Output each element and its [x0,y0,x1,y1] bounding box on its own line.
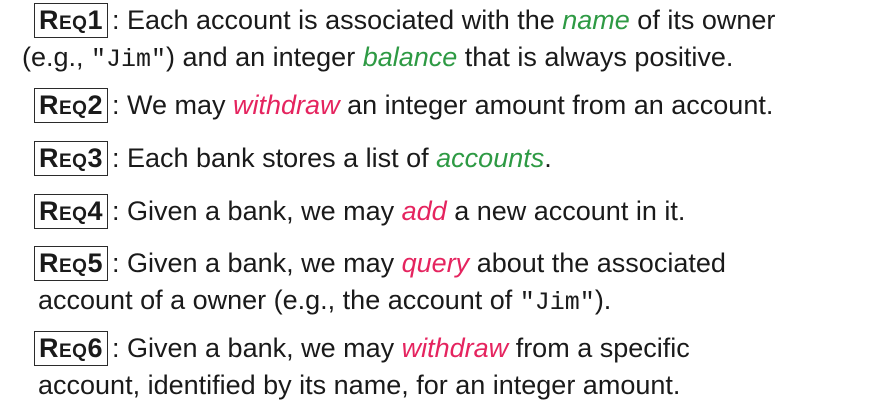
keyword-query: query [401,248,470,278]
keyword-withdraw: withdraw [233,90,340,120]
requirement-tag-3: Req3 [34,141,108,176]
requirement-text: Each bank stores a list of [127,143,437,173]
requirement-text: an integer amount from an account. [339,90,774,120]
keyword-balance: balance [362,42,458,72]
code-literal-jim: "Jim" [91,45,167,74]
requirement-text: We may [127,90,234,120]
keyword-accounts: accounts [436,143,545,173]
requirement-continuation: account, identified by its name, for an … [38,367,874,404]
requirement-continuation: account of a owner (e.g., the account of… [38,282,874,321]
requirement-tag-6: Req6 [34,331,108,366]
requirement-tag-1: Req1 [34,3,108,38]
requirement-text: ) and an integer [166,42,363,72]
requirement-separator: : [111,143,120,173]
requirement-text: Given a bank, we may [127,333,402,363]
requirement-1: Req1: Each account is associated with th… [22,2,874,78]
requirement-text: ). [594,285,612,315]
keyword-name: name [562,5,630,35]
requirement-2: Req2: We may withdraw an integer amount … [34,87,874,124]
requirement-text: account of a owner (e.g., the account of [38,285,520,315]
requirement-separator: : [111,90,120,120]
keyword-add: add [401,196,447,226]
requirement-6: Req6: Given a bank, we may withdraw from… [34,330,874,404]
requirement-separator: : [111,333,120,363]
requirement-text: Each account is associated with the [127,5,563,35]
requirement-separator: : [111,196,120,226]
requirement-text: from a specific [508,333,690,363]
requirements-list: Req1: Each account is associated with th… [0,0,882,412]
requirement-separator: : [111,5,120,35]
requirement-text: account, identified by its name, for an … [38,370,681,400]
code-literal-jim: "Jim" [519,288,595,317]
requirement-tag-2: Req2 [34,88,108,123]
requirement-5: Req5: Given a bank, we may query about t… [34,245,874,321]
requirement-tag-5: Req5 [34,246,108,281]
requirement-separator: : [111,248,120,278]
requirement-text: Given a bank, we may [127,248,402,278]
requirement-text: that is always positive. [457,42,734,72]
requirement-tag-4: Req4 [34,194,108,229]
keyword-withdraw: withdraw [401,333,509,363]
requirement-3: Req3: Each bank stores a list of account… [34,140,874,177]
requirement-text: about the associated [469,248,726,278]
requirement-text: (e.g., [22,42,92,72]
requirement-text: Given a bank, we may [127,196,402,226]
requirement-text: a new account in it. [446,196,686,226]
requirement-text: of its owner [629,5,776,35]
requirement-text: . [544,143,552,173]
requirement-continuation: (e.g., "Jim") and an integer balance tha… [22,39,874,78]
requirement-4: Req4: Given a bank, we may add a new acc… [34,193,874,230]
